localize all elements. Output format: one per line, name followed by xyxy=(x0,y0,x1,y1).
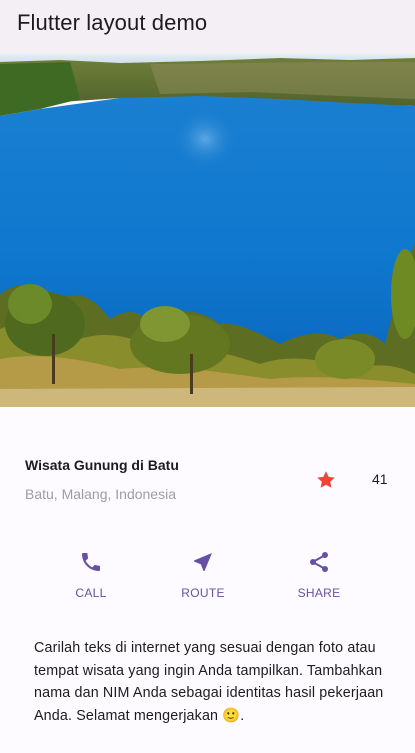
share-button[interactable]: SHARE xyxy=(274,550,364,606)
button-section: CALL ROUTE SHARE xyxy=(0,550,415,610)
call-label: CALL xyxy=(75,586,107,600)
place-name: Wisata Gunung di Batu xyxy=(25,457,179,473)
title-section: Wisata Gunung di Batu Batu, Malang, Indo… xyxy=(25,455,395,515)
share-label: SHARE xyxy=(297,586,341,600)
app-bar-title: Flutter layout demo xyxy=(17,10,208,35)
star-count: 41 xyxy=(372,471,388,487)
route-button[interactable]: ROUTE xyxy=(158,550,248,606)
app-bar: Flutter layout demo xyxy=(0,0,415,54)
description-text: Carilah teks di internet yang sesuai den… xyxy=(34,640,384,724)
near-me-icon xyxy=(194,553,212,571)
place-location: Batu, Malang, Indonesia xyxy=(25,486,176,502)
star-icon[interactable] xyxy=(315,469,337,491)
call-button[interactable]: CALL xyxy=(46,550,136,606)
phone-icon xyxy=(82,553,100,571)
route-label: ROUTE xyxy=(181,586,225,600)
share-icon xyxy=(310,552,328,572)
hero-image-lake xyxy=(0,54,415,407)
